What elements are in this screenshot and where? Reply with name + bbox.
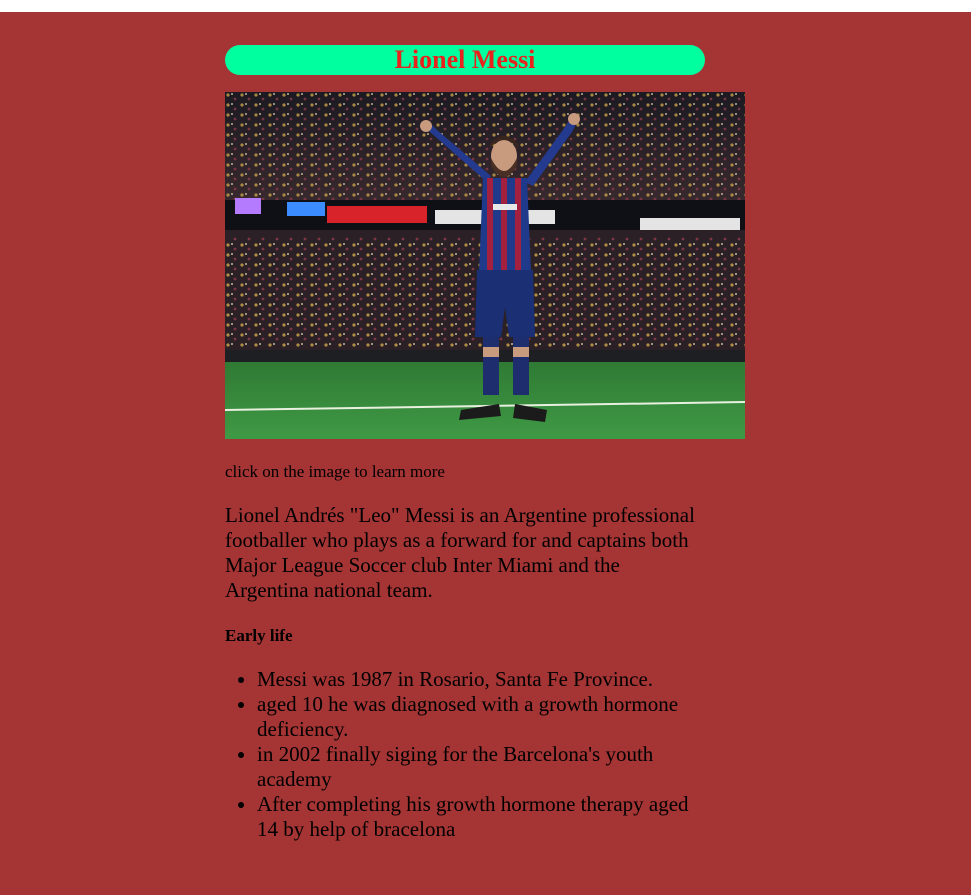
messi-photo-link[interactable] xyxy=(225,92,745,439)
list-item: Messi was 1987 in Rosario, Santa Fe Prov… xyxy=(257,667,705,692)
page-body: Lionel Messi click on the image to learn… xyxy=(0,12,971,895)
list-item: aged 10 he was diagnosed with a growth h… xyxy=(257,692,705,742)
image-caption: click on the image to learn more xyxy=(225,462,445,481)
list-item: in 2002 finally siging for the Barcelona… xyxy=(257,742,705,792)
intro-paragraph: Lionel Andrés "Leo" Messi is an Argentin… xyxy=(225,503,695,602)
main-content: Lionel Messi click on the image to learn… xyxy=(225,45,745,842)
page-title: Lionel Messi xyxy=(225,45,705,75)
messi-photo xyxy=(225,92,745,439)
early-life-list: Messi was 1987 in Rosario, Santa Fe Prov… xyxy=(225,667,705,842)
list-item: After completing his growth hormone ther… xyxy=(257,792,705,842)
section-heading-early-life: Early life xyxy=(225,626,293,645)
